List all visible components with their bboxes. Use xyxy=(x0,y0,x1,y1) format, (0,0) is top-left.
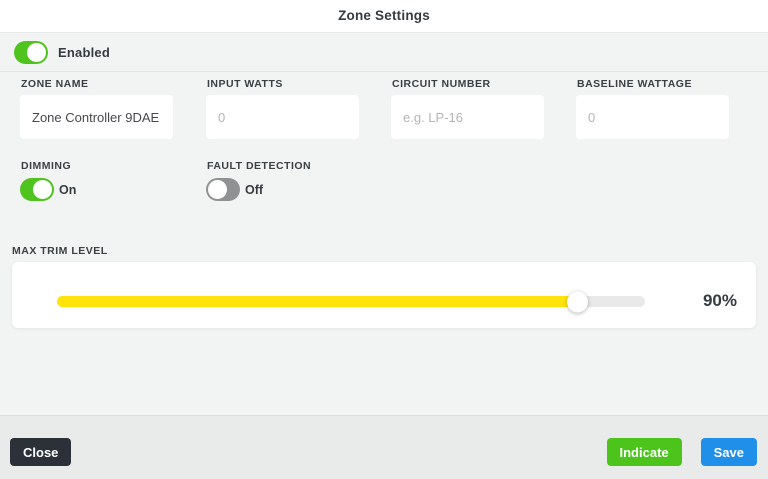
close-button[interactable]: Close xyxy=(10,438,72,466)
max-trim-slider-knob[interactable] xyxy=(566,291,588,312)
fault-detection-label: FAULT DETECTION xyxy=(207,160,312,172)
save-button[interactable]: Save xyxy=(700,438,757,466)
max-trim-slider-fill xyxy=(57,291,588,312)
indicate-button[interactable]: Indicate xyxy=(606,438,682,466)
baseline-wattage-label: BASELINE WATTAGE xyxy=(577,78,692,90)
max-trim-slider-track[interactable] xyxy=(57,291,645,312)
toggle-knob xyxy=(27,42,46,62)
dialog-footer: Close Indicate Save xyxy=(0,415,768,479)
circuit-number-input[interactable] xyxy=(391,95,544,139)
zone-settings-dialog: Zone Settings Enabled ZONE NAME INPUT WA… xyxy=(0,0,768,479)
max-trim-level-label: MAX TRIM LEVEL xyxy=(12,245,108,257)
fault-detection-state-label: Off xyxy=(245,182,264,197)
circuit-number-label: CIRCUIT NUMBER xyxy=(392,78,491,90)
fault-detection-toggle-wrap: Off xyxy=(206,178,263,201)
input-watts-label: INPUT WATTS xyxy=(207,78,283,90)
enabled-row: Enabled xyxy=(0,33,768,72)
toggle-knob xyxy=(208,180,227,199)
page-title: Zone Settings xyxy=(338,8,430,23)
zone-name-label: ZONE NAME xyxy=(21,78,89,90)
enabled-toggle[interactable] xyxy=(14,40,48,64)
baseline-wattage-input[interactable] xyxy=(576,95,729,139)
enabled-label: Enabled xyxy=(58,44,110,60)
max-trim-value: 90% xyxy=(702,291,737,310)
input-watts-input[interactable] xyxy=(206,95,359,139)
dimming-state-label: On xyxy=(59,182,77,197)
dimming-label: DIMMING xyxy=(21,160,72,172)
dimming-toggle-wrap: On xyxy=(20,178,76,201)
zone-name-input[interactable] xyxy=(20,95,173,139)
dimming-toggle[interactable] xyxy=(20,178,54,201)
toggle-knob xyxy=(33,180,52,199)
dialog-header: Zone Settings xyxy=(0,0,768,33)
fault-detection-toggle[interactable] xyxy=(206,178,240,201)
max-trim-level-panel: 90% xyxy=(12,262,756,328)
